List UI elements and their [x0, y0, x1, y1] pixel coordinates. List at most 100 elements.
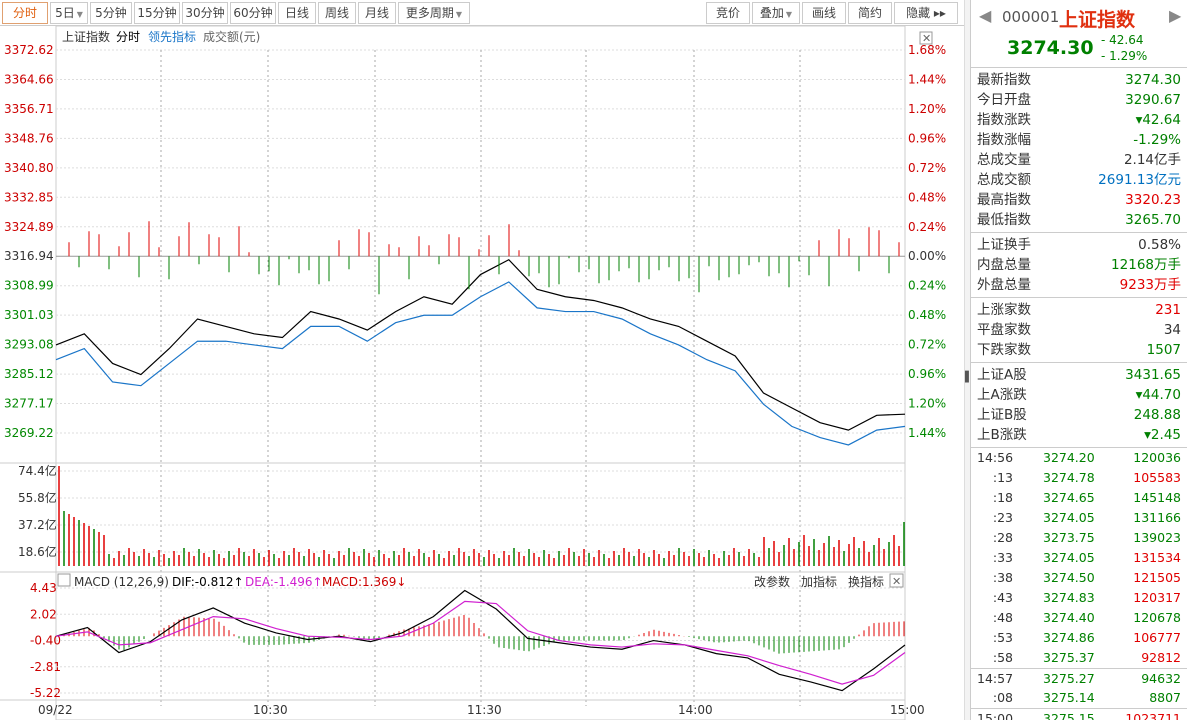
tool-label: 竞价	[715, 6, 740, 20]
pct-tick-label: 1.20%	[908, 397, 946, 411]
tick-row: :23 3274.05 131166	[971, 508, 1187, 528]
tool-button-4[interactable]: 隐藏 ▸▸	[894, 2, 958, 24]
tool-label: 隐藏 ▸▸	[906, 6, 946, 20]
stat-row: 最新指数 3274.30	[971, 70, 1187, 90]
chart-area[interactable]: 上证指数 分时 领先指标 成交额(元) ✕ 3372.62 1.68% 3364.66 1.44…	[0, 26, 964, 720]
tick-time: :23	[992, 510, 1013, 525]
quote-sidebar: ◀ 000001 上证指数 ▶ 3274.30 - 42.64 - 1.29% …	[970, 0, 1187, 720]
stat-row: 下跌家数 1507	[971, 340, 1187, 360]
tick-time: :13	[992, 470, 1013, 485]
stat-row: 总成交量 2.14亿手	[971, 150, 1187, 170]
pct-tick-label: 1.44%	[908, 72, 946, 86]
price-tick-label: 3277.17	[4, 397, 54, 411]
tick-volume: 131166	[1133, 510, 1181, 525]
price-tick-label: 3372.62	[4, 43, 54, 57]
stat-value: 0.58%	[1138, 237, 1181, 253]
tick-row: :58 3275.37 92812	[971, 648, 1187, 668]
price-tick-label: 3269.22	[4, 426, 54, 440]
tick-volume: 92812	[1141, 650, 1181, 665]
legend-mode: 分时	[116, 30, 140, 44]
price-change: - 42.64	[1101, 33, 1144, 47]
stat-label: 最高指数	[977, 192, 1031, 208]
stat-label: 总成交量	[977, 152, 1031, 168]
tick-row: :33 3274.05 131534	[971, 548, 1187, 568]
tick-volume: 94632	[1141, 671, 1181, 686]
next-stock-icon[interactable]: ▶	[1169, 6, 1181, 25]
prev-stock-icon[interactable]: ◀	[979, 6, 991, 25]
tab-label: 分时	[12, 6, 37, 20]
tick-volume: 106777	[1133, 630, 1181, 645]
macd-tick-label: 2.02	[30, 607, 57, 621]
tab-period-0[interactable]: 分时	[2, 2, 48, 24]
stat-value: 3320.23	[1125, 192, 1181, 208]
tab-period-5[interactable]: 60分钟	[230, 2, 276, 24]
tick-time: :28	[992, 530, 1013, 545]
tab-label: 更多周期	[405, 6, 454, 20]
stat-label: 上证A股	[977, 367, 1027, 383]
tab-label: 5日	[55, 6, 75, 20]
tool-button-3[interactable]: 简约	[848, 2, 892, 24]
stat-value: ▾44.70	[1135, 387, 1181, 403]
tool-button-0[interactable]: 竞价	[706, 2, 750, 24]
stat-value: 3290.67	[1125, 92, 1181, 108]
pct-tick-label: 1.44%	[908, 426, 946, 440]
tool-button-2[interactable]: 画线	[802, 2, 846, 24]
stat-row: 总成交额 2691.13亿元	[971, 170, 1187, 190]
macd-dea: DEA:-1.496↑	[245, 575, 323, 589]
time-axis-label: 09/22	[38, 703, 73, 717]
stock-name: 上证指数	[1059, 9, 1136, 31]
tick-row: 14:56 3274.20 120036	[971, 448, 1187, 468]
tab-period-8[interactable]: 月线	[358, 2, 396, 24]
pct-tick-label: 0.72%	[908, 338, 946, 352]
stat-label: 上涨家数	[977, 302, 1031, 318]
dropdown-caret-icon: ▼	[455, 10, 463, 19]
macd-value: MACD:1.369↓	[322, 575, 406, 589]
tick-volume: 8807	[1149, 690, 1181, 705]
stat-row: 上证A股 3431.65	[971, 365, 1187, 385]
pct-tick-label: 0.48%	[908, 308, 946, 322]
tab-period-9[interactable]: 更多周期 ▼	[398, 2, 470, 24]
time-axis-label: 15:00	[890, 703, 925, 717]
tool-label: 叠加	[759, 6, 784, 20]
tab-label: 周线	[324, 6, 349, 20]
dropdown-caret-icon: ▼	[76, 10, 83, 19]
pct-tick-label: 0.00%	[908, 249, 946, 263]
stat-value: 3265.70	[1125, 212, 1181, 228]
tab-period-4[interactable]: 30分钟	[182, 2, 228, 24]
stat-row: 指数涨幅 -1.29%	[971, 130, 1187, 150]
tick-time: :18	[992, 490, 1013, 505]
stat-row: 上B涨跌 ▾2.45	[971, 425, 1187, 445]
tab-period-7[interactable]: 周线	[318, 2, 356, 24]
legend-amount: 成交额(元)	[203, 29, 260, 44]
tab-label: 60分钟	[233, 6, 273, 20]
tab-period-6[interactable]: 日线	[278, 2, 316, 24]
tab-period-1[interactable]: 5日 ▼	[50, 2, 88, 24]
stat-label: 指数涨跌	[977, 112, 1031, 128]
tool-button-1[interactable]: 叠加 ▼	[752, 2, 800, 24]
stat-value: 3274.30	[1125, 72, 1181, 88]
quote-stats: 最新指数 3274.30 今日开盘 3290.67 指数涨跌 ▾42.64 指数涨幅 -1.2…	[971, 68, 1187, 448]
tick-list[interactable]: 14:56 3274.20 120036:13 3274.78 105583:18 327…	[971, 448, 1187, 720]
tick-volume: 121505	[1133, 570, 1181, 585]
tab-label: 月线	[364, 6, 389, 20]
tick-row: :18 3274.65 145148	[971, 488, 1187, 508]
stat-value: -1.29%	[1133, 132, 1181, 148]
stat-value: 2.14亿手	[1123, 152, 1181, 168]
stat-label: 总成交额	[977, 172, 1031, 188]
stat-label: 下跌家数	[977, 342, 1031, 358]
tick-volume: 1023711	[1125, 711, 1181, 720]
tab-period-2[interactable]: 5分钟	[90, 2, 132, 24]
tick-volume: 139023	[1133, 530, 1181, 545]
stat-label: 外盘总量	[977, 277, 1031, 293]
tick-row: :43 3274.83 120317	[971, 588, 1187, 608]
tick-price: 3274.83	[1043, 590, 1095, 605]
price-tick-label: 3324.89	[4, 220, 54, 234]
volume-tick-label: 18.6亿	[18, 544, 57, 559]
tick-price: 3273.75	[1043, 530, 1095, 545]
volume-tick-label: 55.8亿	[18, 490, 57, 505]
macd-dif: DIF:-0.812↑	[172, 575, 244, 589]
price-tick-label: 3293.08	[4, 338, 54, 352]
tab-period-3[interactable]: 15分钟	[134, 2, 180, 24]
tick-price: 3274.40	[1043, 610, 1095, 625]
stat-row: 上证换手 0.58%	[971, 235, 1187, 255]
